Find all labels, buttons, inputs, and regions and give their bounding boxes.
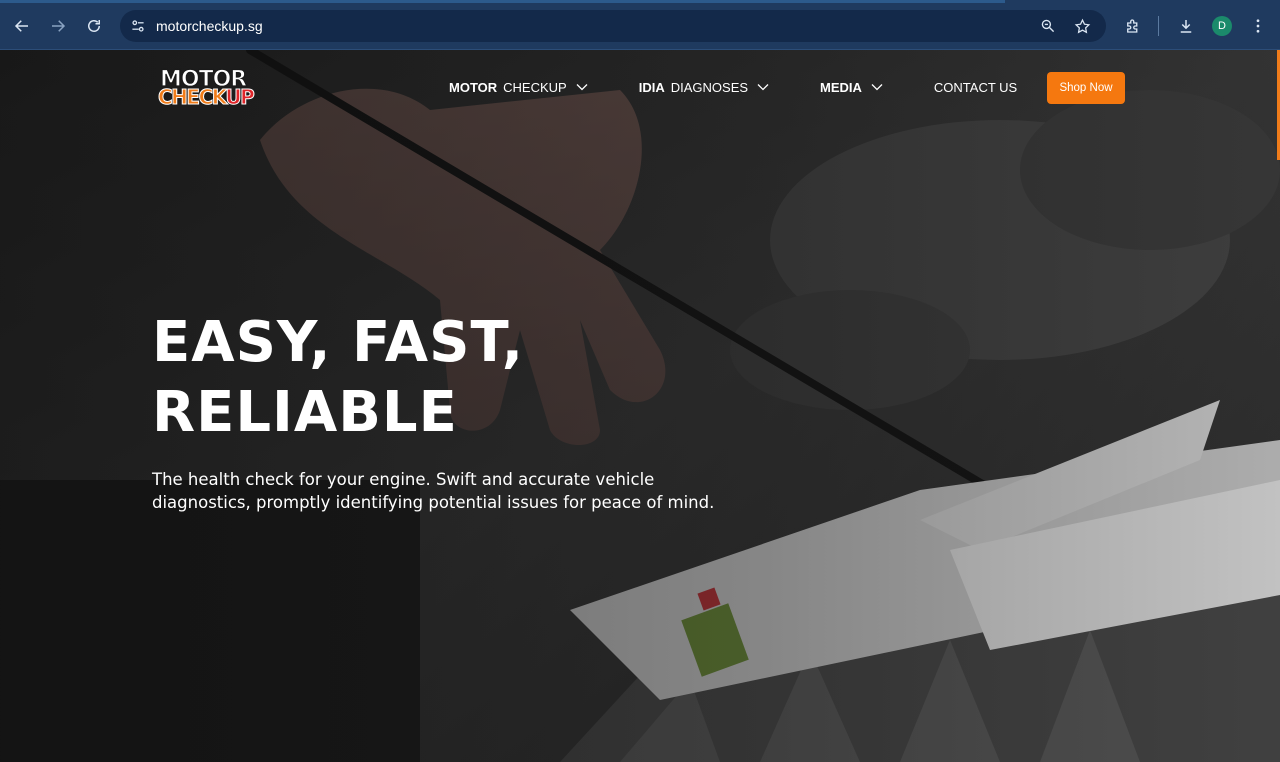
chevron-down-icon	[871, 84, 883, 91]
logo-text-checkup: CHECKUP	[157, 85, 255, 110]
browser-toolbar: motorcheckup.sg D	[0, 0, 1280, 50]
hero-title: EASY, FAST, RELIABLE	[152, 308, 772, 448]
menu-dots-icon[interactable]	[1246, 14, 1270, 38]
logo-text-up: UP	[225, 85, 255, 110]
nav-contact-us[interactable]: CONTACT US	[934, 80, 1017, 95]
nav-idia-diagnoses[interactable]: IDIA DIAGNOSES	[639, 80, 770, 95]
toolbar-divider	[1158, 16, 1159, 36]
url-text[interactable]: motorcheckup.sg	[156, 18, 1106, 34]
nav-motor-checkup-label: CHECKUP	[503, 79, 567, 95]
address-bar[interactable]: motorcheckup.sg	[120, 10, 1106, 42]
nav-idia-diagnoses-label: DIAGNOSES	[670, 79, 749, 95]
shop-now-button[interactable]: Shop Now	[1047, 72, 1125, 104]
site-settings-icon[interactable]	[129, 17, 147, 35]
nav-motor-checkup-bold: MOTOR	[449, 79, 498, 95]
profile-avatar[interactable]: D	[1212, 16, 1232, 36]
nav-media-bold: MEDIA	[820, 79, 862, 95]
nav-contact-us-label: CONTACT US	[933, 79, 1018, 95]
web-page: MOTOR CHECKUP MOTOR CHECKUP IDIA DIAGNOS…	[0, 50, 1280, 762]
nav-motor-checkup[interactable]: MOTOR CHECKUP	[449, 80, 589, 95]
nav-media[interactable]: MEDIA	[820, 80, 884, 95]
back-icon[interactable]	[10, 14, 34, 38]
bookmark-star-icon[interactable]	[1072, 16, 1092, 36]
extensions-icon[interactable]	[1121, 14, 1145, 38]
reload-icon[interactable]	[82, 14, 106, 38]
nav-idia-diagnoses-bold: IDIA	[638, 79, 665, 95]
hero-title-line2: RELIABLE	[152, 380, 458, 445]
site-navigation: MOTOR CHECKUP IDIA DIAGNOSES MEDIA CONTA…	[449, 77, 1017, 97]
chevron-down-icon	[757, 84, 769, 91]
hero-title-line1: EASY, FAST,	[152, 310, 524, 375]
logo-text-check: CHECK	[157, 85, 227, 110]
download-icon[interactable]	[1174, 14, 1198, 38]
zoom-icon[interactable]	[1038, 16, 1058, 36]
tab-strip	[0, 0, 1005, 3]
hero-subtitle: The health check for your engine. Swift …	[152, 470, 715, 512]
forward-icon[interactable]	[46, 14, 70, 38]
chevron-down-icon	[576, 84, 588, 91]
site-logo[interactable]: MOTOR CHECKUP	[157, 66, 255, 109]
